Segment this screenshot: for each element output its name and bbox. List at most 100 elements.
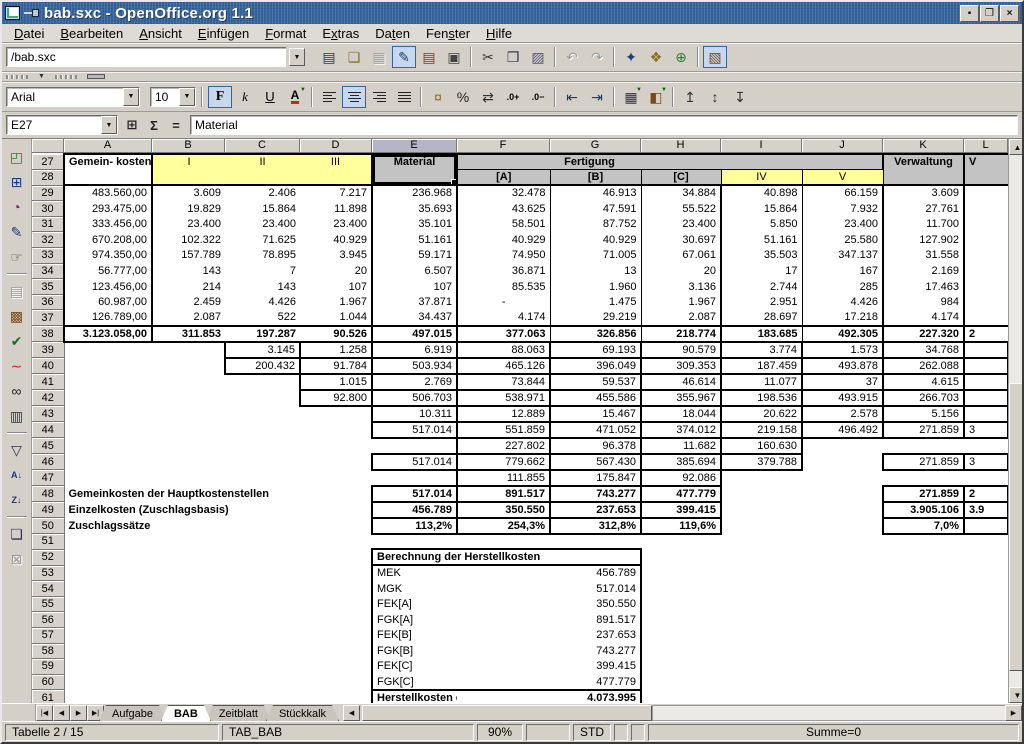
cell[interactable] [721, 518, 802, 534]
cell[interactable] [641, 643, 721, 659]
copy-icon[interactable]: ❐ [501, 46, 525, 68]
cell[interactable] [721, 596, 802, 612]
cell[interactable]: MGK [372, 581, 457, 597]
cell[interactable]: 13 [550, 263, 641, 279]
cell[interactable] [64, 342, 152, 358]
cell[interactable] [641, 534, 721, 550]
menu-hilfe[interactable]: Hilfe [478, 25, 520, 42]
cell[interactable] [641, 612, 721, 628]
row-header-55[interactable]: 55 [32, 596, 64, 612]
cell[interactable] [721, 690, 802, 703]
cell[interactable] [802, 628, 883, 644]
cell[interactable]: 175.847 [550, 470, 641, 486]
cell[interactable]: 20 [641, 263, 721, 279]
cell[interactable]: 4.073.995 [457, 690, 641, 703]
status-mode[interactable]: STD [573, 724, 611, 741]
row-header-38[interactable]: 38 [32, 326, 64, 342]
cell[interactable]: I [152, 154, 225, 185]
cell[interactable]: 3.136 [641, 279, 721, 295]
cell[interactable] [721, 612, 802, 628]
cell[interactable] [964, 310, 1008, 326]
cell[interactable] [883, 534, 964, 550]
row-header-29[interactable]: 29 [32, 185, 64, 201]
cell[interactable]: 73.844 [457, 374, 550, 390]
cell[interactable]: 312,8% [550, 518, 641, 534]
cell[interactable] [225, 659, 300, 675]
cell[interactable]: 3.123.058,00 [64, 326, 152, 342]
status-sum[interactable]: Summe=0 [648, 724, 1019, 741]
cell[interactable] [883, 628, 964, 644]
cell[interactable]: 15.864 [225, 201, 300, 217]
cell[interactable]: 187.459 [721, 358, 802, 374]
cell[interactable]: FGK[A] [372, 612, 457, 628]
cell[interactable]: Verwaltung [883, 154, 964, 185]
cell[interactable]: 567.430 [550, 454, 641, 470]
cell[interactable]: 35.101 [372, 216, 457, 232]
cell[interactable] [300, 659, 372, 675]
cell[interactable]: 456.789 [457, 565, 641, 581]
cut-icon[interactable]: ✂ [476, 46, 500, 68]
cell[interactable]: 506.703 [372, 390, 457, 406]
cell[interactable]: 517.014 [457, 581, 641, 597]
cell[interactable] [64, 643, 152, 659]
cell[interactable] [64, 534, 152, 550]
sheet-tab-stückkalk[interactable]: Stückkalk [266, 705, 339, 721]
cell[interactable]: IV [721, 170, 802, 186]
cell[interactable] [721, 154, 883, 170]
cell[interactable]: 743.277 [457, 643, 641, 659]
cell[interactable]: 11.077 [721, 374, 802, 390]
cell[interactable] [152, 422, 225, 438]
cell[interactable]: 455.586 [550, 390, 641, 406]
sort-descending-icon[interactable]: Z↓ [4, 488, 30, 512]
row-header-52[interactable]: 52 [32, 549, 64, 565]
cell[interactable] [721, 674, 802, 690]
row-header-33[interactable]: 33 [32, 248, 64, 264]
cell[interactable]: 522 [225, 310, 300, 326]
cell[interactable] [225, 374, 300, 390]
row-header-30[interactable]: 30 [32, 201, 64, 217]
cell[interactable]: 107 [300, 279, 372, 295]
cell[interactable]: 27.761 [883, 201, 964, 217]
cell[interactable] [152, 659, 225, 675]
cell[interactable] [64, 565, 152, 581]
row-header-27[interactable]: 27 [32, 154, 64, 170]
cell[interactable] [152, 690, 225, 703]
cell[interactable]: 3 [964, 422, 1008, 438]
cell[interactable]: 7 [225, 263, 300, 279]
cell[interactable]: V [964, 154, 1008, 185]
cell[interactable] [964, 406, 1008, 422]
cell[interactable]: 891.517 [457, 486, 550, 502]
cell[interactable] [64, 438, 152, 454]
cell[interactable]: 127.902 [883, 232, 964, 248]
cell[interactable] [964, 565, 1008, 581]
status-zoom[interactable]: 90% [477, 724, 523, 741]
sheet-tab-aufgabe[interactable]: Aufgabe [99, 705, 166, 721]
cell[interactable]: 2.951 [721, 294, 802, 310]
cell[interactable]: 31.558 [883, 248, 964, 264]
insert-cells-icon[interactable]: ⊞ [4, 170, 30, 194]
cell[interactable]: 183.685 [721, 326, 802, 342]
cell[interactable] [225, 454, 300, 470]
cell[interactable] [964, 596, 1008, 612]
menu-datei[interactable]: Datei [6, 25, 52, 42]
cell[interactable]: Fertigung [457, 154, 721, 170]
cell[interactable]: 15.467 [550, 406, 641, 422]
cell[interactable]: 984 [883, 294, 964, 310]
cell[interactable]: 492.305 [802, 326, 883, 342]
cell[interactable]: 1.967 [300, 294, 372, 310]
cell[interactable] [225, 596, 300, 612]
cell[interactable]: 78.895 [225, 248, 300, 264]
minimize-button[interactable]: ▪ [960, 5, 979, 22]
cell[interactable]: 2 [964, 486, 1008, 502]
cell[interactable]: 350.550 [457, 596, 641, 612]
align-center-vertical-icon[interactable]: ↕ [703, 86, 727, 108]
cell[interactable]: 23.400 [152, 216, 225, 232]
row-header-40[interactable]: 40 [32, 358, 64, 374]
cell[interactable] [964, 659, 1008, 675]
spellcheck-icon[interactable]: ✔ [4, 329, 30, 353]
cell[interactable] [152, 438, 225, 454]
function-wizard-icon[interactable]: ⊞ [121, 115, 143, 135]
row-header-49[interactable]: 49 [32, 502, 64, 518]
cell[interactable] [802, 470, 883, 486]
cell[interactable]: 293.475,00 [64, 201, 152, 217]
